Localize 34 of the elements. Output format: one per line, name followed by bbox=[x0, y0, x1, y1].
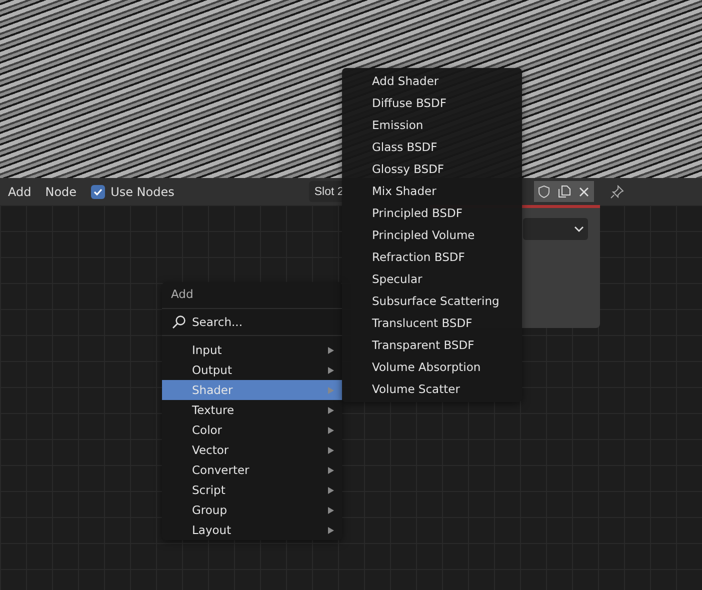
menu-item[interactable]: Vector bbox=[162, 440, 342, 460]
menu-item[interactable]: Translucent BSDF bbox=[342, 312, 522, 334]
use-nodes-checkbox[interactable] bbox=[90, 184, 105, 198]
menu-item[interactable]: Subsurface Scattering bbox=[342, 290, 522, 312]
menu-item[interactable]: Layout bbox=[162, 520, 342, 540]
menu-item[interactable]: Principled Volume bbox=[342, 224, 522, 246]
close-icon[interactable] bbox=[574, 181, 594, 202]
header-menu[interactable]: Add bbox=[8, 184, 32, 198]
shield-icon[interactable] bbox=[534, 181, 554, 202]
menu-item[interactable]: Volume Absorption bbox=[342, 356, 522, 378]
menu-item[interactable]: Diffuse BSDF bbox=[342, 92, 522, 114]
menu-item[interactable]: Script bbox=[162, 480, 342, 500]
header-menu[interactable]: Node bbox=[45, 184, 77, 198]
menu-item[interactable]: Glass BSDF bbox=[342, 136, 522, 158]
menu-item[interactable]: Converter bbox=[162, 460, 342, 480]
menu-item[interactable]: Volume Scatter bbox=[342, 378, 522, 400]
chevron-icon bbox=[574, 226, 584, 232]
dropdown-field[interactable] bbox=[523, 218, 588, 240]
menu-item[interactable]: Texture bbox=[162, 400, 342, 420]
pin-icon[interactable] bbox=[610, 184, 624, 198]
menu-item[interactable]: Add Shader bbox=[342, 70, 522, 92]
menu-item[interactable]: Transparent BSDF bbox=[342, 334, 522, 356]
menu-item[interactable]: Principled BSDF bbox=[342, 202, 522, 224]
menu-item[interactable]: Input bbox=[162, 340, 342, 360]
menu-item[interactable]: Specular bbox=[342, 268, 522, 290]
checkmark-icon bbox=[92, 186, 103, 196]
menu-item[interactable]: Glossy BSDF bbox=[342, 158, 522, 180]
menu-item[interactable]: Output bbox=[162, 360, 342, 380]
search-icon bbox=[172, 315, 186, 329]
menu-item[interactable]: Refraction BSDF bbox=[342, 246, 522, 268]
menu-item[interactable]: Color bbox=[162, 420, 342, 440]
menu-item[interactable]: Emission bbox=[342, 114, 522, 136]
use-nodes-label: Use Nodes bbox=[110, 184, 174, 198]
menu-item[interactable]: Group bbox=[162, 500, 342, 520]
